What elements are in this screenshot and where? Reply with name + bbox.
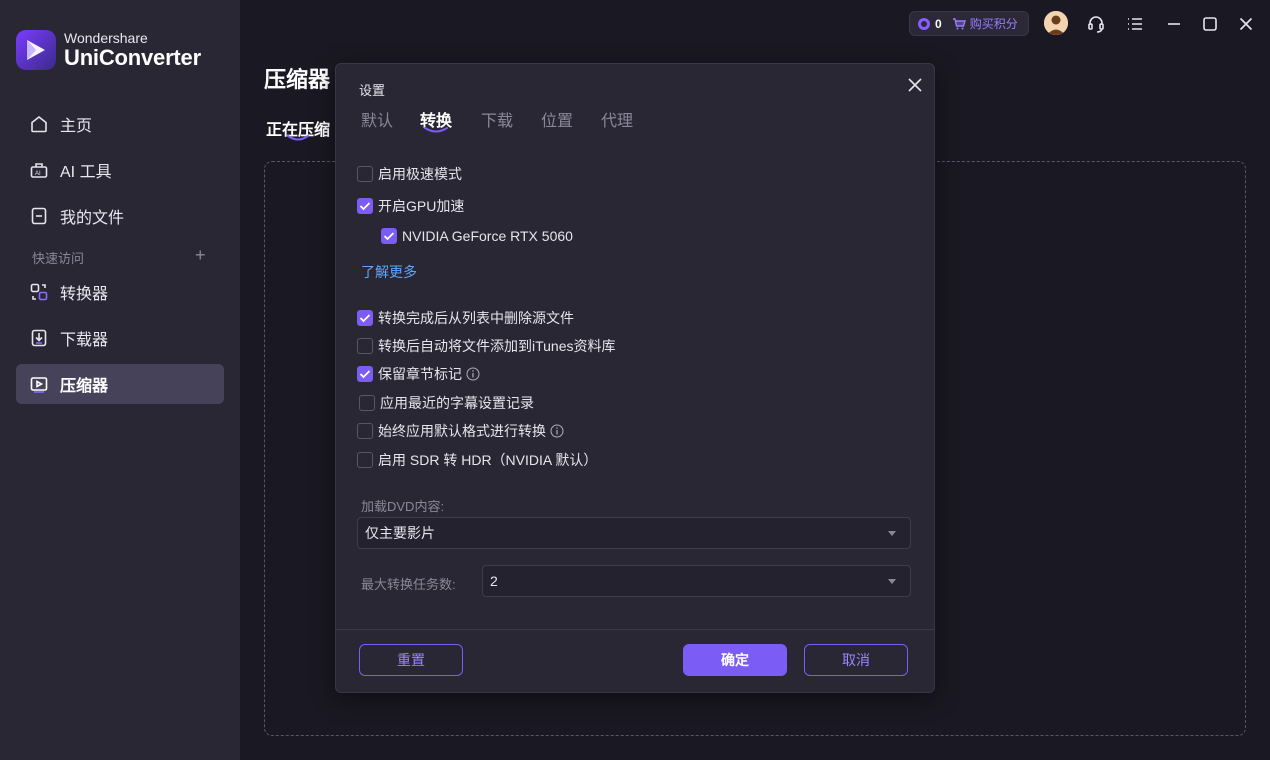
points-count: 0	[935, 16, 942, 31]
info-icon[interactable]	[550, 424, 564, 438]
downloader-icon	[28, 327, 50, 349]
sidebar-item-label: 转换器	[60, 286, 109, 303]
svg-text:AI: AI	[35, 171, 41, 177]
add-quick-access-icon[interactable]: +	[195, 245, 206, 266]
page-title: 压缩器	[264, 67, 331, 92]
brand-company: Wondershare	[64, 30, 148, 46]
option-gpu-acceleration[interactable]: 开启GPU加速	[357, 196, 464, 216]
my-files-icon	[28, 205, 50, 227]
option-add-itunes[interactable]: 转换后自动将文件添加到iTunes资料库	[357, 336, 616, 356]
sidebar-item-label: AI 工具	[60, 164, 112, 181]
option-recent-subtitle[interactable]: 应用最近的字幕设置记录	[359, 393, 534, 413]
option-label: 应用最近的字幕设置记录	[380, 395, 534, 411]
sidebar-item-label: 主页	[60, 118, 93, 135]
option-label: 保留章节标记	[378, 366, 462, 382]
option-keep-chapters[interactable]: 保留章节标记	[357, 364, 480, 384]
maximize-icon[interactable]	[1198, 12, 1222, 36]
sidebar-item-ai-tools[interactable]: AI AI 工具	[16, 150, 224, 190]
support-headset-icon[interactable]	[1084, 12, 1108, 36]
option-label: 启用 SDR 转 HDR（NVIDIA 默认）	[378, 452, 598, 468]
learn-more-link[interactable]: 了解更多	[361, 262, 417, 282]
minimize-icon[interactable]	[1162, 12, 1186, 36]
dialog-title: 设置	[359, 83, 386, 98]
cancel-button[interactable]: 取消	[804, 644, 908, 676]
checkbox-sdr-to-hdr[interactable]	[357, 452, 373, 468]
checkbox-add-itunes[interactable]	[357, 338, 373, 354]
sidebar: Wondershare UniConverter 主页 AI AI 工具 我的文…	[0, 0, 240, 760]
sidebar-item-compressor[interactable]: 压缩器	[16, 364, 224, 404]
info-icon[interactable]	[466, 367, 480, 381]
ok-button[interactable]: 确定	[683, 644, 787, 676]
points-badge[interactable]: 0 购买积分	[909, 11, 1029, 36]
compressor-icon	[28, 373, 50, 395]
option-sdr-to-hdr[interactable]: 启用 SDR 转 HDR（NVIDIA 默认）	[357, 450, 597, 470]
max-tasks-label: 最大转换任务数:	[361, 577, 456, 592]
sidebar-item-label: 压缩器	[60, 378, 109, 395]
dvd-content-label: 加载DVD内容:	[361, 499, 445, 514]
tab-proxy[interactable]: 代理	[601, 107, 633, 131]
option-label: 转换后自动将文件添加到iTunes资料库	[378, 338, 616, 354]
option-label: 开启GPU加速	[378, 198, 465, 214]
tab-location[interactable]: 位置	[541, 107, 573, 131]
option-label: NVIDIA GeForce RTX 5060	[402, 228, 573, 244]
option-default-format[interactable]: 始终应用默认格式进行转换	[357, 421, 564, 441]
close-window-icon[interactable]	[1234, 12, 1258, 36]
brand-product: UniConverter	[64, 45, 201, 70]
option-label: 启用极速模式	[378, 166, 462, 182]
option-fast-mode[interactable]: 启用极速模式	[357, 164, 462, 184]
checkbox-fast-mode[interactable]	[357, 166, 373, 182]
user-avatar[interactable]	[1044, 11, 1068, 35]
uniconverter-logo-icon	[16, 30, 56, 70]
dialog-divider	[336, 629, 934, 630]
option-label: 始终应用默认格式进行转换	[378, 423, 546, 439]
tab-underline-icon	[287, 135, 309, 141]
sidebar-item-downloader[interactable]: 下载器	[16, 318, 224, 358]
tab-default[interactable]: 默认	[361, 107, 393, 131]
coin-icon	[918, 17, 930, 30]
checkbox-default-format[interactable]	[357, 423, 373, 439]
menu-list-icon[interactable]	[1123, 12, 1147, 36]
sidebar-item-label: 我的文件	[60, 210, 125, 227]
buy-points-label: 购买积分	[969, 17, 1018, 31]
chevron-down-icon	[888, 579, 896, 584]
max-tasks-select[interactable]: 2	[482, 565, 911, 597]
app-logo: Wondershare UniConverter	[16, 30, 201, 70]
checkbox-gpu-device[interactable]	[381, 228, 397, 244]
buy-points-link[interactable]: 购买积分	[952, 15, 1018, 32]
dvd-content-value: 仅主要影片	[365, 525, 435, 541]
option-delete-source[interactable]: 转换完成后从列表中删除源文件	[357, 308, 574, 328]
sidebar-item-label: 下载器	[60, 332, 109, 349]
close-icon[interactable]	[905, 75, 925, 95]
option-gpu-device[interactable]: NVIDIA GeForce RTX 5060	[381, 228, 573, 244]
dvd-content-select[interactable]: 仅主要影片	[357, 517, 911, 549]
sidebar-item-home[interactable]: 主页	[16, 104, 224, 144]
sidebar-item-my-files[interactable]: 我的文件	[16, 196, 224, 236]
tab-underline-icon	[424, 127, 448, 133]
checkbox-recent-subtitle[interactable]	[359, 395, 375, 411]
reset-button[interactable]: 重置	[359, 644, 463, 676]
converter-icon	[28, 281, 50, 303]
max-tasks-value: 2	[490, 573, 498, 589]
ai-tools-icon: AI	[28, 159, 50, 181]
tab-download[interactable]: 下载	[481, 107, 513, 131]
checkbox-delete-source[interactable]	[357, 310, 373, 326]
cart-icon	[952, 17, 966, 29]
option-label: 转换完成后从列表中删除源文件	[378, 310, 574, 326]
checkbox-keep-chapters[interactable]	[357, 366, 373, 382]
settings-dialog: 设置 默认 转换 下载 位置 代理 启用极速模式 开启GPU加速 NVIDIA …	[335, 63, 935, 693]
home-icon	[28, 113, 50, 135]
checkbox-gpu-acceleration[interactable]	[357, 198, 373, 214]
quick-access-title: 快速访问	[32, 251, 85, 266]
chevron-down-icon	[888, 531, 896, 536]
sidebar-item-converter[interactable]: 转换器	[16, 272, 224, 312]
